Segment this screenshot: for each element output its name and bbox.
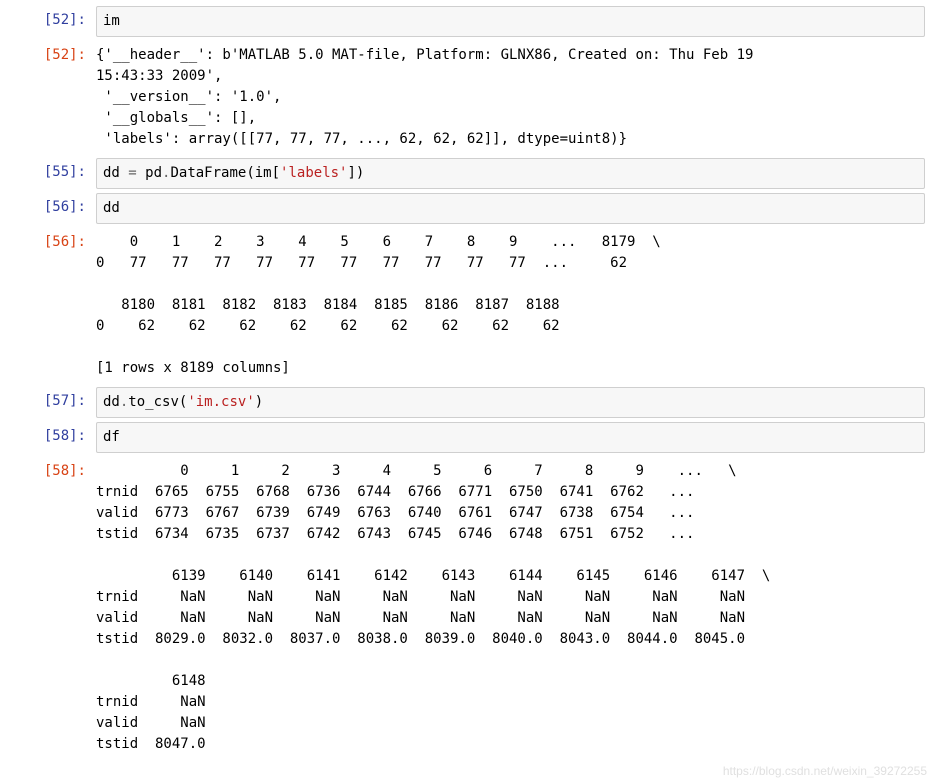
cell-content: dd = pd.DataFrame(im['labels']) xyxy=(96,158,925,189)
in-prompt: [55]: xyxy=(10,158,96,189)
cell-content: dd xyxy=(96,193,925,224)
output-text: {'__header__': b'MATLAB 5.0 MAT-file, Pl… xyxy=(96,41,925,154)
cell-content: dd.to_csv('im.csv') xyxy=(96,387,925,418)
in-prompt: [56]: xyxy=(10,193,96,224)
output-cell: [56]: 0 1 2 3 4 5 6 7 8 9 ... 8179 \ 0 7… xyxy=(10,228,925,383)
output-cell: [52]: {'__header__': b'MATLAB 5.0 MAT-fi… xyxy=(10,41,925,154)
input-cell: [57]: dd.to_csv('im.csv') xyxy=(10,387,925,418)
out-prompt: [56]: xyxy=(10,228,96,383)
output-text: 0 1 2 3 4 5 6 7 8 9 ... \ trnid 6765 675… xyxy=(96,457,925,759)
watermark: https://blog.csdn.net/weixin_39272255 xyxy=(723,762,927,780)
in-prompt: [58]: xyxy=(10,422,96,453)
cell-content: 0 1 2 3 4 5 6 7 8 9 ... 8179 \ 0 77 77 7… xyxy=(96,228,925,383)
code-input[interactable]: dd = pd.DataFrame(im['labels']) xyxy=(96,158,925,189)
out-prompt: [58]: xyxy=(10,457,96,759)
code-input[interactable]: im xyxy=(96,6,925,37)
input-cell: [52]: im xyxy=(10,6,925,37)
input-cell: [55]: dd = pd.DataFrame(im['labels']) xyxy=(10,158,925,189)
output-text: 0 1 2 3 4 5 6 7 8 9 ... 8179 \ 0 77 77 7… xyxy=(96,228,925,383)
code-input[interactable]: dd.to_csv('im.csv') xyxy=(96,387,925,418)
cell-content: 0 1 2 3 4 5 6 7 8 9 ... \ trnid 6765 675… xyxy=(96,457,925,759)
in-prompt: [57]: xyxy=(10,387,96,418)
code-input[interactable]: dd xyxy=(96,193,925,224)
cell-content: im xyxy=(96,6,925,37)
output-cell: [58]: 0 1 2 3 4 5 6 7 8 9 ... \ trnid 67… xyxy=(10,457,925,759)
cell-content: {'__header__': b'MATLAB 5.0 MAT-file, Pl… xyxy=(96,41,925,154)
in-prompt: [52]: xyxy=(10,6,96,37)
out-prompt: [52]: xyxy=(10,41,96,154)
input-cell: [58]: df xyxy=(10,422,925,453)
cell-content: df xyxy=(96,422,925,453)
input-cell: [56]: dd xyxy=(10,193,925,224)
code-input[interactable]: df xyxy=(96,422,925,453)
